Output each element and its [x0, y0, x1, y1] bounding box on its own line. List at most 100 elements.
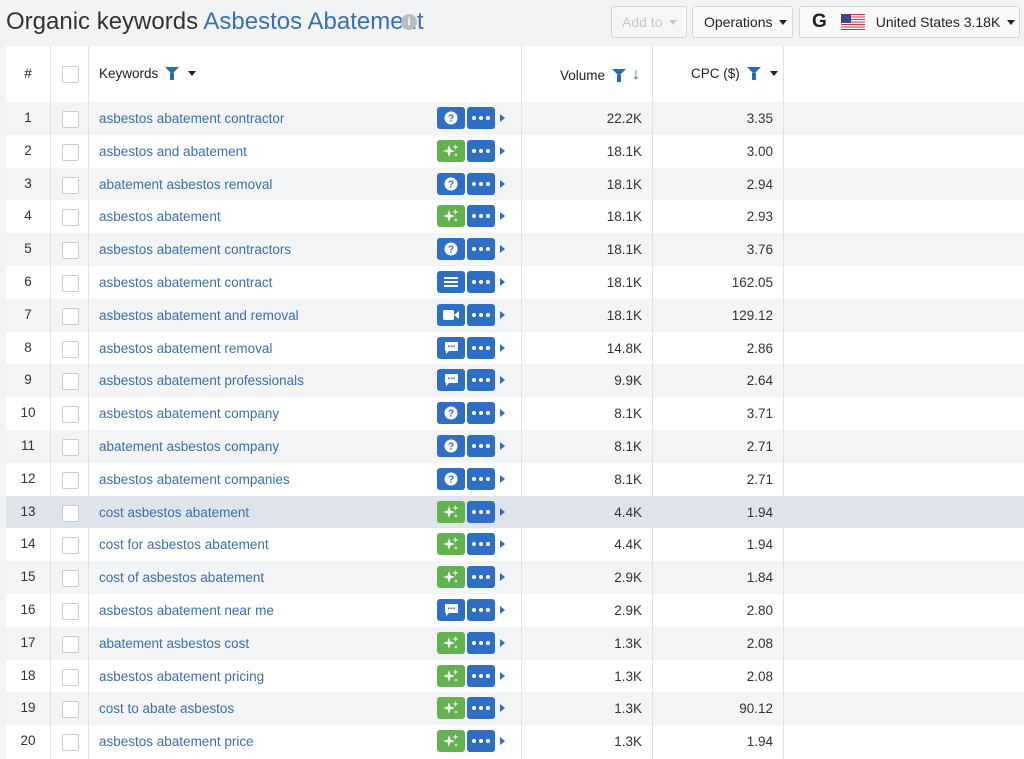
- row-checkbox[interactable]: [62, 143, 79, 161]
- expand-arrow-icon[interactable]: [500, 507, 505, 516]
- keyword-link[interactable]: asbestos abatement: [99, 209, 221, 224]
- table-row[interactable]: 6 asbestos abatement contract 18.1K 162.05: [6, 266, 1024, 299]
- chevron-down-icon[interactable]: [769, 71, 778, 76]
- table-row[interactable]: 9 asbestos abatement professionals 9.9K 2.6…: [6, 364, 1024, 398]
- more-options-icon[interactable]: [467, 402, 495, 425]
- keyword-link[interactable]: asbestos abatement contractor: [99, 111, 284, 126]
- keyword-link[interactable]: cost to abate asbestos: [99, 701, 234, 716]
- question-intent-icon[interactable]: ?: [437, 467, 465, 490]
- operations-button[interactable]: Operations: [692, 6, 793, 38]
- table-row[interactable]: 19 cost to abate asbestos 1.3K 90.12: [6, 692, 1024, 726]
- table-row[interactable]: 17 abatement asbestos cost 1.3K 2.08: [6, 626, 1024, 660]
- row-checkbox[interactable]: [62, 275, 79, 292]
- filter-icon[interactable]: [165, 67, 180, 80]
- sort-descending-icon[interactable]: ↓: [632, 66, 640, 84]
- table-row[interactable]: 4 asbestos abatement 18.1K 2.93: [6, 200, 1024, 234]
- row-checkbox[interactable]: [62, 701, 79, 719]
- expand-arrow-icon[interactable]: [500, 245, 505, 254]
- expand-arrow-icon[interactable]: [500, 376, 505, 385]
- row-checkbox[interactable]: [62, 603, 79, 620]
- row-checkbox[interactable]: [62, 537, 79, 555]
- list-intent-icon[interactable]: [437, 271, 465, 293]
- filter-icon[interactable]: [746, 67, 761, 80]
- chat-intent-icon[interactable]: [437, 336, 465, 359]
- row-checkbox[interactable]: [62, 635, 79, 653]
- keyword-link[interactable]: asbestos abatement price: [99, 734, 254, 749]
- more-options-icon[interactable]: [467, 533, 495, 556]
- table-row[interactable]: 10 asbestos abatement company? 8.1K 3.71: [6, 397, 1024, 431]
- expand-arrow-icon[interactable]: [500, 474, 505, 483]
- expand-arrow-icon[interactable]: [500, 540, 505, 549]
- keyword-link[interactable]: abatement asbestos removal: [99, 177, 272, 192]
- expand-arrow-icon[interactable]: [500, 671, 505, 680]
- table-row[interactable]: 14 cost for asbestos abatement 4.4K 1.94: [6, 528, 1024, 562]
- question-intent-icon[interactable]: ?: [437, 402, 465, 425]
- keyword-link[interactable]: asbestos abatement removal: [99, 341, 272, 356]
- keyword-link[interactable]: asbestos abatement pricing: [99, 669, 264, 684]
- table-row[interactable]: 1 asbestos abatement contractor? 22.2K 3.35: [6, 102, 1024, 135]
- expand-arrow-icon[interactable]: [500, 704, 505, 713]
- more-options-icon[interactable]: [467, 172, 495, 195]
- info-icon[interactable]: i: [401, 14, 417, 30]
- table-row[interactable]: 20 asbestos abatement price 1.3K 1.94: [6, 725, 1024, 759]
- more-options-icon[interactable]: [467, 205, 495, 228]
- more-options-icon[interactable]: [467, 467, 495, 490]
- sparkle-intent-icon[interactable]: [437, 205, 465, 228]
- table-row[interactable]: 12 asbestos abatement companies? 8.1K 2.71: [6, 462, 1024, 496]
- question-intent-icon[interactable]: ?: [437, 107, 465, 129]
- more-options-icon[interactable]: [467, 664, 495, 687]
- column-header-cpc[interactable]: CPC ($): [691, 66, 778, 81]
- keyword-link[interactable]: abatement asbestos company: [99, 439, 279, 454]
- more-options-icon[interactable]: [467, 730, 495, 753]
- question-intent-icon[interactable]: ?: [437, 172, 465, 195]
- expand-arrow-icon[interactable]: [500, 212, 505, 221]
- table-row[interactable]: 18 asbestos abatement pricing 1.3K 2.08: [6, 659, 1024, 693]
- row-checkbox[interactable]: [62, 471, 79, 489]
- keyword-link[interactable]: asbestos abatement contract: [99, 275, 272, 290]
- row-checkbox[interactable]: [62, 504, 79, 522]
- more-options-icon[interactable]: [467, 139, 495, 162]
- row-checkbox[interactable]: [62, 111, 79, 128]
- expand-arrow-icon[interactable]: [500, 310, 505, 319]
- more-options-icon[interactable]: [467, 238, 495, 261]
- column-header-volume[interactable]: Volume ↓: [560, 66, 640, 84]
- row-checkbox[interactable]: [62, 340, 79, 358]
- keyword-link[interactable]: cost for asbestos abatement: [99, 537, 269, 552]
- expand-arrow-icon[interactable]: [500, 114, 505, 122]
- more-options-icon[interactable]: [467, 631, 495, 654]
- sparkle-intent-icon[interactable]: [437, 664, 465, 687]
- keyword-link[interactable]: asbestos abatement contractors: [99, 242, 291, 257]
- question-intent-icon[interactable]: ?: [437, 435, 465, 457]
- expand-arrow-icon[interactable]: [500, 737, 505, 746]
- table-row[interactable]: 3 abatement asbestos removal? 18.1K 2.94: [6, 167, 1024, 201]
- row-checkbox[interactable]: [62, 570, 79, 588]
- chevron-down-icon[interactable]: [188, 71, 197, 76]
- keyword-link[interactable]: asbestos abatement companies: [99, 472, 290, 487]
- row-checkbox[interactable]: [62, 209, 79, 227]
- row-checkbox[interactable]: [62, 668, 79, 686]
- expand-arrow-icon[interactable]: [500, 638, 505, 647]
- expand-arrow-icon[interactable]: [500, 278, 505, 286]
- chat-intent-icon[interactable]: [437, 599, 465, 621]
- sparkle-intent-icon[interactable]: [437, 631, 465, 654]
- expand-arrow-icon[interactable]: [500, 606, 505, 614]
- keyword-link[interactable]: abatement asbestos cost: [99, 636, 249, 651]
- expand-arrow-icon[interactable]: [500, 573, 505, 582]
- keyword-link[interactable]: asbestos and abatement: [99, 144, 247, 159]
- more-options-icon[interactable]: [467, 500, 495, 523]
- expand-arrow-icon[interactable]: [500, 409, 505, 418]
- table-row[interactable]: 5 asbestos abatement contractors? 18.1K 3.7…: [6, 233, 1024, 267]
- more-options-icon[interactable]: [467, 566, 495, 589]
- more-options-icon[interactable]: [467, 336, 495, 359]
- title-topic-link[interactable]: Asbestos Abatement: [203, 8, 423, 35]
- keyword-link[interactable]: asbestos abatement professionals: [99, 373, 304, 388]
- table-row[interactable]: 2 asbestos and abatement 18.1K 3.00: [6, 134, 1024, 168]
- table-row[interactable]: 13 cost asbestos abatement 4.4K 1.94: [6, 495, 1024, 529]
- table-row[interactable]: 15 cost of asbestos abatement 2.9K 1.84: [6, 561, 1024, 595]
- keyword-link[interactable]: asbestos abatement near me: [99, 603, 274, 618]
- more-options-icon[interactable]: [467, 107, 495, 129]
- expand-arrow-icon[interactable]: [500, 343, 505, 352]
- row-checkbox[interactable]: [62, 373, 79, 391]
- keyword-link[interactable]: asbestos abatement and removal: [99, 308, 299, 323]
- chat-intent-icon[interactable]: [437, 369, 465, 392]
